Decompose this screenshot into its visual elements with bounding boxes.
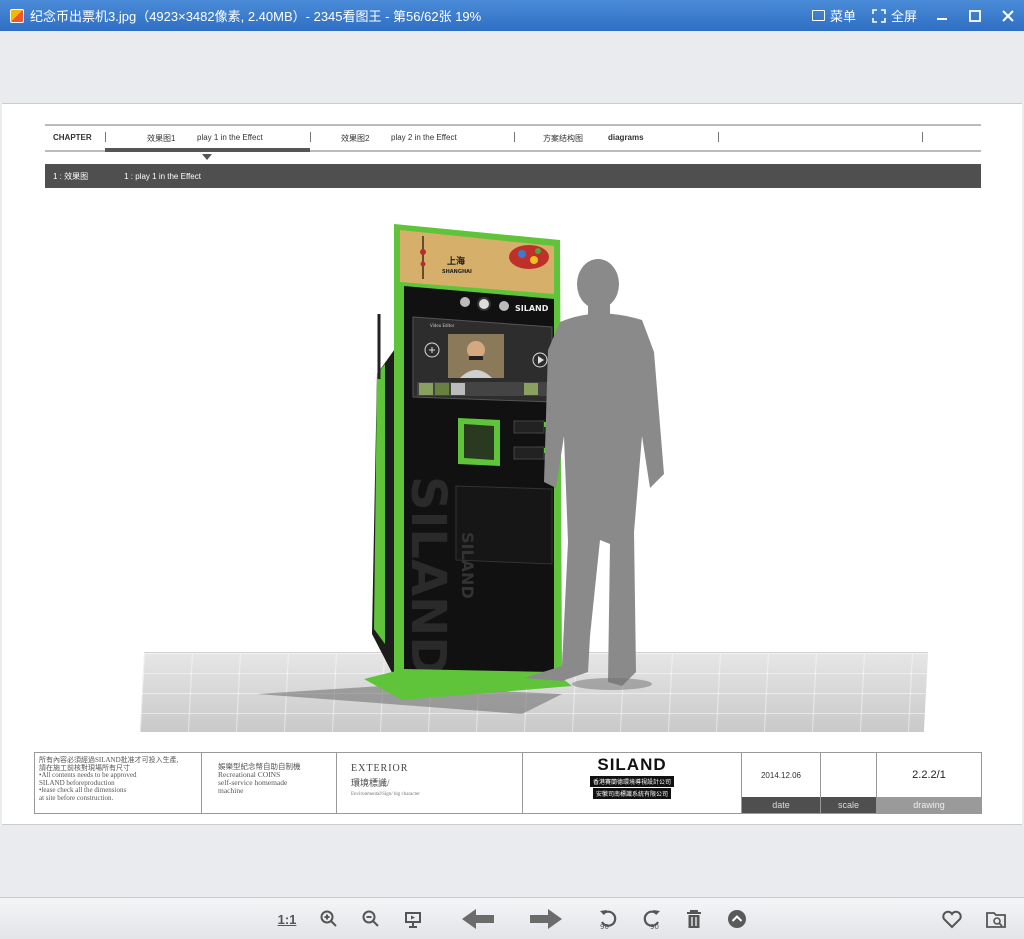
window-title: 纪念币出票机3.jpg（4923×3482像素, 2.40MB）- 2345看图… [30,9,482,24]
menu-label: 菜单 [829,9,856,24]
kiosk-render: 上海 SHANGHAI SILAND Video Editor SILAND S… [139,224,929,744]
drawing-sheet: CHAPTER 效果图1 play 1 in the Effect 效果图2 p… [2,103,1022,825]
chapter-bar: CHAPTER 效果图1 play 1 in the Effect 效果图2 p… [45,124,981,160]
footer-brand: SILAND [597,755,667,774]
folder-search-icon [986,912,1006,928]
coin-outlet-tray [464,424,494,460]
favorite-button[interactable] [938,906,966,932]
trash-icon [687,910,701,928]
date-label: date [742,797,820,813]
slideshow-icon [405,912,421,928]
drawing-value: 2.2.2/1 [912,769,946,781]
category-cell: EXTERIOR 環境標識/ Environmental/Sign/ big c… [337,753,523,813]
chapter-tab-2-en: play 2 in the Effect [391,133,457,142]
svg-text:90: 90 [650,923,659,930]
screen-header: Video Editor [430,323,455,328]
kiosk-illustration: 上海 SHANGHAI SILAND Video Editor SILAND S… [257,224,664,714]
notice-cell: 所有內容必須經過SILAND批准才可投入生產, 請在施工前核對現場所有尺寸 •A… [35,753,202,813]
zoom-out-button[interactable] [358,906,384,932]
date-value: 2014.12.06 [760,770,802,780]
kiosk-brand-label: SILAND [515,304,549,313]
svg-text:90: 90 [600,923,609,930]
chapter-tab-2-cn: 效果图2 [341,134,370,143]
arrow-left-icon [462,909,494,929]
close-button[interactable] [991,0,1024,31]
banner-city-cn: 上海 [447,255,465,267]
menu-icon [811,10,825,21]
arrow-right-icon [530,909,562,929]
kiosk-camera [477,297,491,311]
bottom-toolbar: 1:1 90 90 [0,897,1024,939]
open-folder-button[interactable] [982,906,1010,932]
zoom-in-button[interactable] [316,906,342,932]
section-bar: 1 : 效果图 1 : play 1 in the Effect [45,164,981,188]
chapter-tab-1-en: play 1 in the Effect [197,133,263,142]
category-cn: 環境標識/ [351,778,390,788]
rotate-left-icon: 90 [600,910,617,930]
human-shadow [572,678,652,690]
kiosk-light-left [460,297,470,307]
drawing-cell: 2.2.2/1 drawing [877,753,981,813]
slideshow-button[interactable] [400,906,426,932]
zoom-in-icon [320,910,337,927]
menu-button[interactable]: 菜单 [804,0,864,31]
minimize-icon [936,17,947,20]
maximize-icon [968,9,981,22]
card-slot-bottom [513,446,545,460]
date-cell: 2014.12.06 date [742,753,821,813]
company-line: 安徽司南標識系統有限公司 [592,788,671,799]
card-slot-top [513,420,545,434]
image-canvas[interactable]: CHAPTER 效果图1 play 1 in the Effect 效果图2 p… [0,31,1024,897]
product-cell: 娛樂型紀念幣自助自制機 Recreational COINS self-serv… [202,753,337,813]
close-icon [1001,9,1014,22]
category-sub: Environmental/Sign/ big character [351,792,420,797]
previous-button[interactable] [458,906,498,932]
app-logo-icon [10,8,24,23]
chapter-tab-3-cn: 方案结构图 [543,134,583,143]
scale-value [821,753,876,797]
chapter-tab-3-en: diagrams [608,133,644,142]
delete-button[interactable] [681,906,707,932]
title-block: 所有內容必須經過SILAND批准才可投入生產, 請在施工前核對現場所有尺寸 •A… [34,752,982,814]
zoom-out-icon [362,910,379,927]
chapter-active-indicator [105,148,310,152]
heart-icon [942,910,962,929]
title-bar: 纪念币出票机3.jpg（4923×3482像素, 2.40MB）- 2345看图… [0,0,1024,31]
section-en: 1 : play 1 in the Effect [124,171,201,181]
kiosk-light-right [499,301,509,311]
section-cn: 1 : 效果图 [53,171,89,181]
more-button[interactable] [724,906,750,932]
next-button[interactable] [526,906,566,932]
chevron-up-icon [728,910,746,928]
company-cell: SILAND 香港賽蘭德環境導視設計公司 安徽司南標識系統有限公司 [523,753,742,813]
notice-line: at site before construction. [39,793,114,802]
fullscreen-icon [872,8,886,23]
rotate-left-button[interactable]: 90 [596,906,622,932]
category-en: EXTERIOR [351,763,409,774]
minimize-button[interactable] [925,0,958,31]
actual-size-button[interactable]: 1:1 [272,906,302,932]
coin-collage [509,245,549,269]
rotate-right-icon: 90 [643,910,660,930]
chapter-label: CHAPTER [53,133,92,142]
banner-city-en: SHANGHAI [442,269,472,275]
maximize-button[interactable] [958,0,991,31]
chapter-tab-1-cn: 效果图1 [147,134,176,143]
scale-cell: scale [821,753,877,813]
kiosk-panel-brand: SILAND [458,532,477,599]
fullscreen-label: 全屏 [890,9,917,24]
chapter-pointer-icon [202,154,212,160]
rotate-right-button[interactable]: 90 [638,906,664,932]
product-line: machine [218,786,244,795]
company-line: 香港賽蘭德環境導視設計公司 [589,776,674,787]
fullscreen-button[interactable]: 全屏 [864,0,925,31]
kiosk-side-trim [374,364,385,644]
drawing-label: drawing [877,797,981,813]
scale-label: scale [821,797,876,813]
kiosk-side-brand: SILAND [400,476,456,676]
